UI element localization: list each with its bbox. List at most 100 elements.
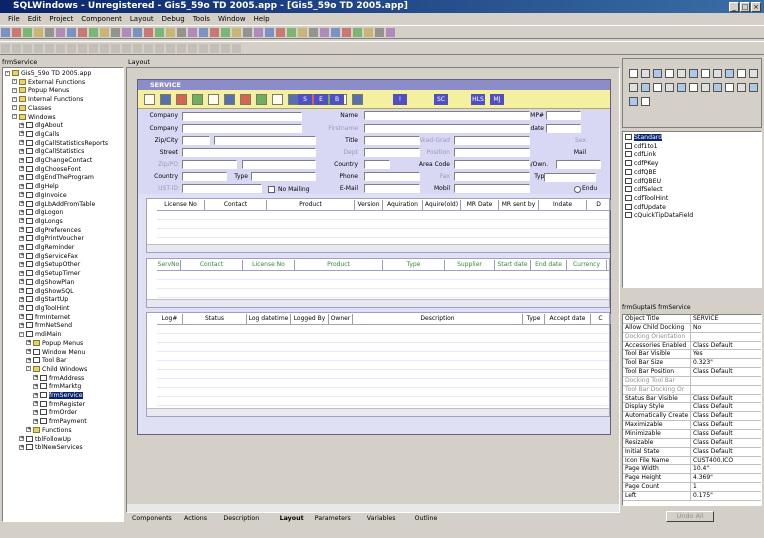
class-list-item[interactable]: Standard (625, 134, 759, 143)
tree-item[interactable]: + frmPayment (5, 418, 123, 427)
toolbar-tool-icon[interactable] (1, 44, 10, 53)
toolbar-tool-icon[interactable] (133, 44, 142, 53)
expand-toggle-icon[interactable]: + (19, 444, 24, 450)
text-field[interactable] (454, 160, 530, 169)
toolbar-tool-icon[interactable] (122, 44, 131, 53)
tree-item[interactable]: + frmOrder (5, 409, 123, 418)
text-field[interactable] (182, 160, 237, 169)
expand-toggle-icon[interactable]: + (19, 218, 24, 224)
expand-toggle-icon[interactable]: + (26, 349, 31, 354)
expand-toggle-icon[interactable]: + (19, 148, 24, 154)
toolbar-tool-icon[interactable] (34, 44, 43, 53)
form-tool-icon[interactable] (240, 94, 251, 105)
text-field[interactable] (182, 124, 302, 133)
form-tool-button-hls[interactable]: HLS (471, 94, 485, 105)
class-list-item[interactable]: cdfToolHint (625, 194, 759, 204)
control-tool-icon[interactable] (725, 69, 734, 78)
toolbar-tool-icon[interactable] (287, 28, 296, 37)
text-field[interactable] (182, 184, 262, 193)
toolbar-tool-icon[interactable] (375, 28, 384, 37)
property-row[interactable]: Tool Bar Docking Or (623, 385, 761, 395)
toolbar-tool-icon[interactable] (188, 44, 197, 53)
form-tool-icon[interactable] (224, 94, 235, 105)
grid-hscrollbar[interactable] (147, 244, 609, 252)
toolbar-tool-icon[interactable] (177, 28, 186, 37)
toolbar-tool-icon[interactable] (320, 28, 329, 37)
tree-item[interactable]: + dlgSetupOther (5, 261, 123, 270)
expand-toggle-icon[interactable]: - (12, 87, 17, 93)
toolbar-tool-icon[interactable] (276, 28, 285, 37)
expand-toggle-icon[interactable]: + (19, 305, 24, 311)
toolbar-tool-icon[interactable] (309, 28, 318, 37)
menu-project[interactable]: Project (49, 15, 73, 23)
form-tool-icon[interactable] (160, 94, 171, 105)
toolbar-tool-icon[interactable] (210, 28, 219, 37)
tree-item[interactable]: + Window Menu (5, 348, 123, 358)
class-list-item[interactable]: cdfSelect (625, 186, 759, 195)
expand-toggle-icon[interactable]: + (19, 227, 24, 233)
control-tool-icon[interactable] (641, 69, 650, 78)
property-row[interactable]: Page Height 4.369" (623, 474, 761, 484)
control-tool-icon[interactable] (689, 69, 698, 78)
menu-help[interactable]: Help (254, 15, 270, 23)
property-row[interactable]: Resizable Class Default (623, 438, 761, 448)
property-row[interactable]: Docking Orientation (623, 332, 761, 342)
tree-item[interactable]: - Popup Menus (5, 87, 123, 96)
tree-item[interactable]: - Gis5_59o TD 2005.app (5, 70, 123, 79)
expand-toggle-icon[interactable]: + (33, 383, 38, 389)
form-tool-icon[interactable] (176, 94, 187, 105)
expand-toggle-icon[interactable]: + (19, 279, 24, 285)
toolbar-tool-icon[interactable] (232, 28, 241, 37)
tree-item[interactable]: + dlgPrintVoucher (5, 235, 123, 244)
expand-toggle-icon[interactable]: + (33, 375, 38, 381)
text-field[interactable] (454, 172, 530, 181)
toolbar-tool-icon[interactable] (177, 44, 186, 53)
form-tool-icon[interactable] (256, 94, 267, 105)
expand-toggle-icon[interactable]: - (12, 96, 17, 102)
expand-toggle-icon[interactable]: - (19, 331, 24, 337)
menu-window[interactable]: Window (218, 15, 246, 23)
property-row[interactable]: Left 0.175" (623, 491, 761, 501)
control-tool-icon[interactable] (677, 69, 686, 78)
toolbar-tool-icon[interactable] (45, 44, 54, 53)
text-field[interactable] (454, 136, 530, 145)
toolbar-tool-icon[interactable] (232, 44, 241, 53)
expand-toggle-icon[interactable]: + (19, 322, 24, 328)
form-tool-icon[interactable] (272, 94, 283, 105)
text-field[interactable] (556, 160, 601, 169)
form-tool-icon[interactable] (144, 94, 155, 105)
toolbar-tool-icon[interactable] (386, 28, 395, 37)
property-row[interactable]: Page Count 1 (623, 483, 761, 492)
toolbar-tool-icon[interactable] (12, 44, 21, 53)
toolbar-tool-icon[interactable] (1, 28, 10, 37)
property-row[interactable]: Accessories Enabled Class Default (623, 341, 761, 351)
toolbar-tool-icon[interactable] (243, 28, 252, 37)
menu-edit[interactable]: Edit (28, 15, 42, 23)
text-field[interactable] (364, 172, 420, 181)
text-field[interactable] (454, 184, 530, 193)
canvas-hscrollbar[interactable] (127, 504, 619, 512)
toolbar-tool-icon[interactable] (221, 44, 230, 53)
control-tool-icon[interactable] (701, 83, 710, 92)
expand-toggle-icon[interactable]: + (26, 340, 31, 346)
toolbar-tool-icon[interactable] (144, 28, 153, 37)
minimize-button[interactable]: _ (729, 2, 739, 12)
expand-toggle-icon[interactable]: + (19, 131, 24, 137)
expand-toggle-icon[interactable]: + (19, 296, 24, 302)
toolbar-tool-icon[interactable] (45, 28, 54, 37)
toolbar-tool-icon[interactable] (166, 28, 175, 37)
expand-toggle-icon[interactable]: + (33, 409, 38, 415)
class-list-item[interactable]: cdfQBE (625, 168, 759, 178)
class-list-item[interactable]: cdfQBEU (625, 177, 759, 187)
text-field[interactable] (182, 172, 227, 181)
property-row[interactable]: Docking Tool Bar (623, 376, 761, 386)
tree-item[interactable]: + dlgEndTheProgram (5, 174, 123, 183)
text-field[interactable] (182, 136, 210, 145)
control-tool-icon[interactable] (665, 83, 674, 92)
control-tool-icon[interactable] (749, 83, 758, 92)
toolbar-tool-icon[interactable] (155, 28, 164, 37)
toolbar-tool-icon[interactable] (12, 28, 21, 37)
text-field[interactable] (364, 184, 420, 193)
control-tool-icon[interactable] (629, 97, 638, 106)
control-tool-icon[interactable] (689, 83, 698, 92)
